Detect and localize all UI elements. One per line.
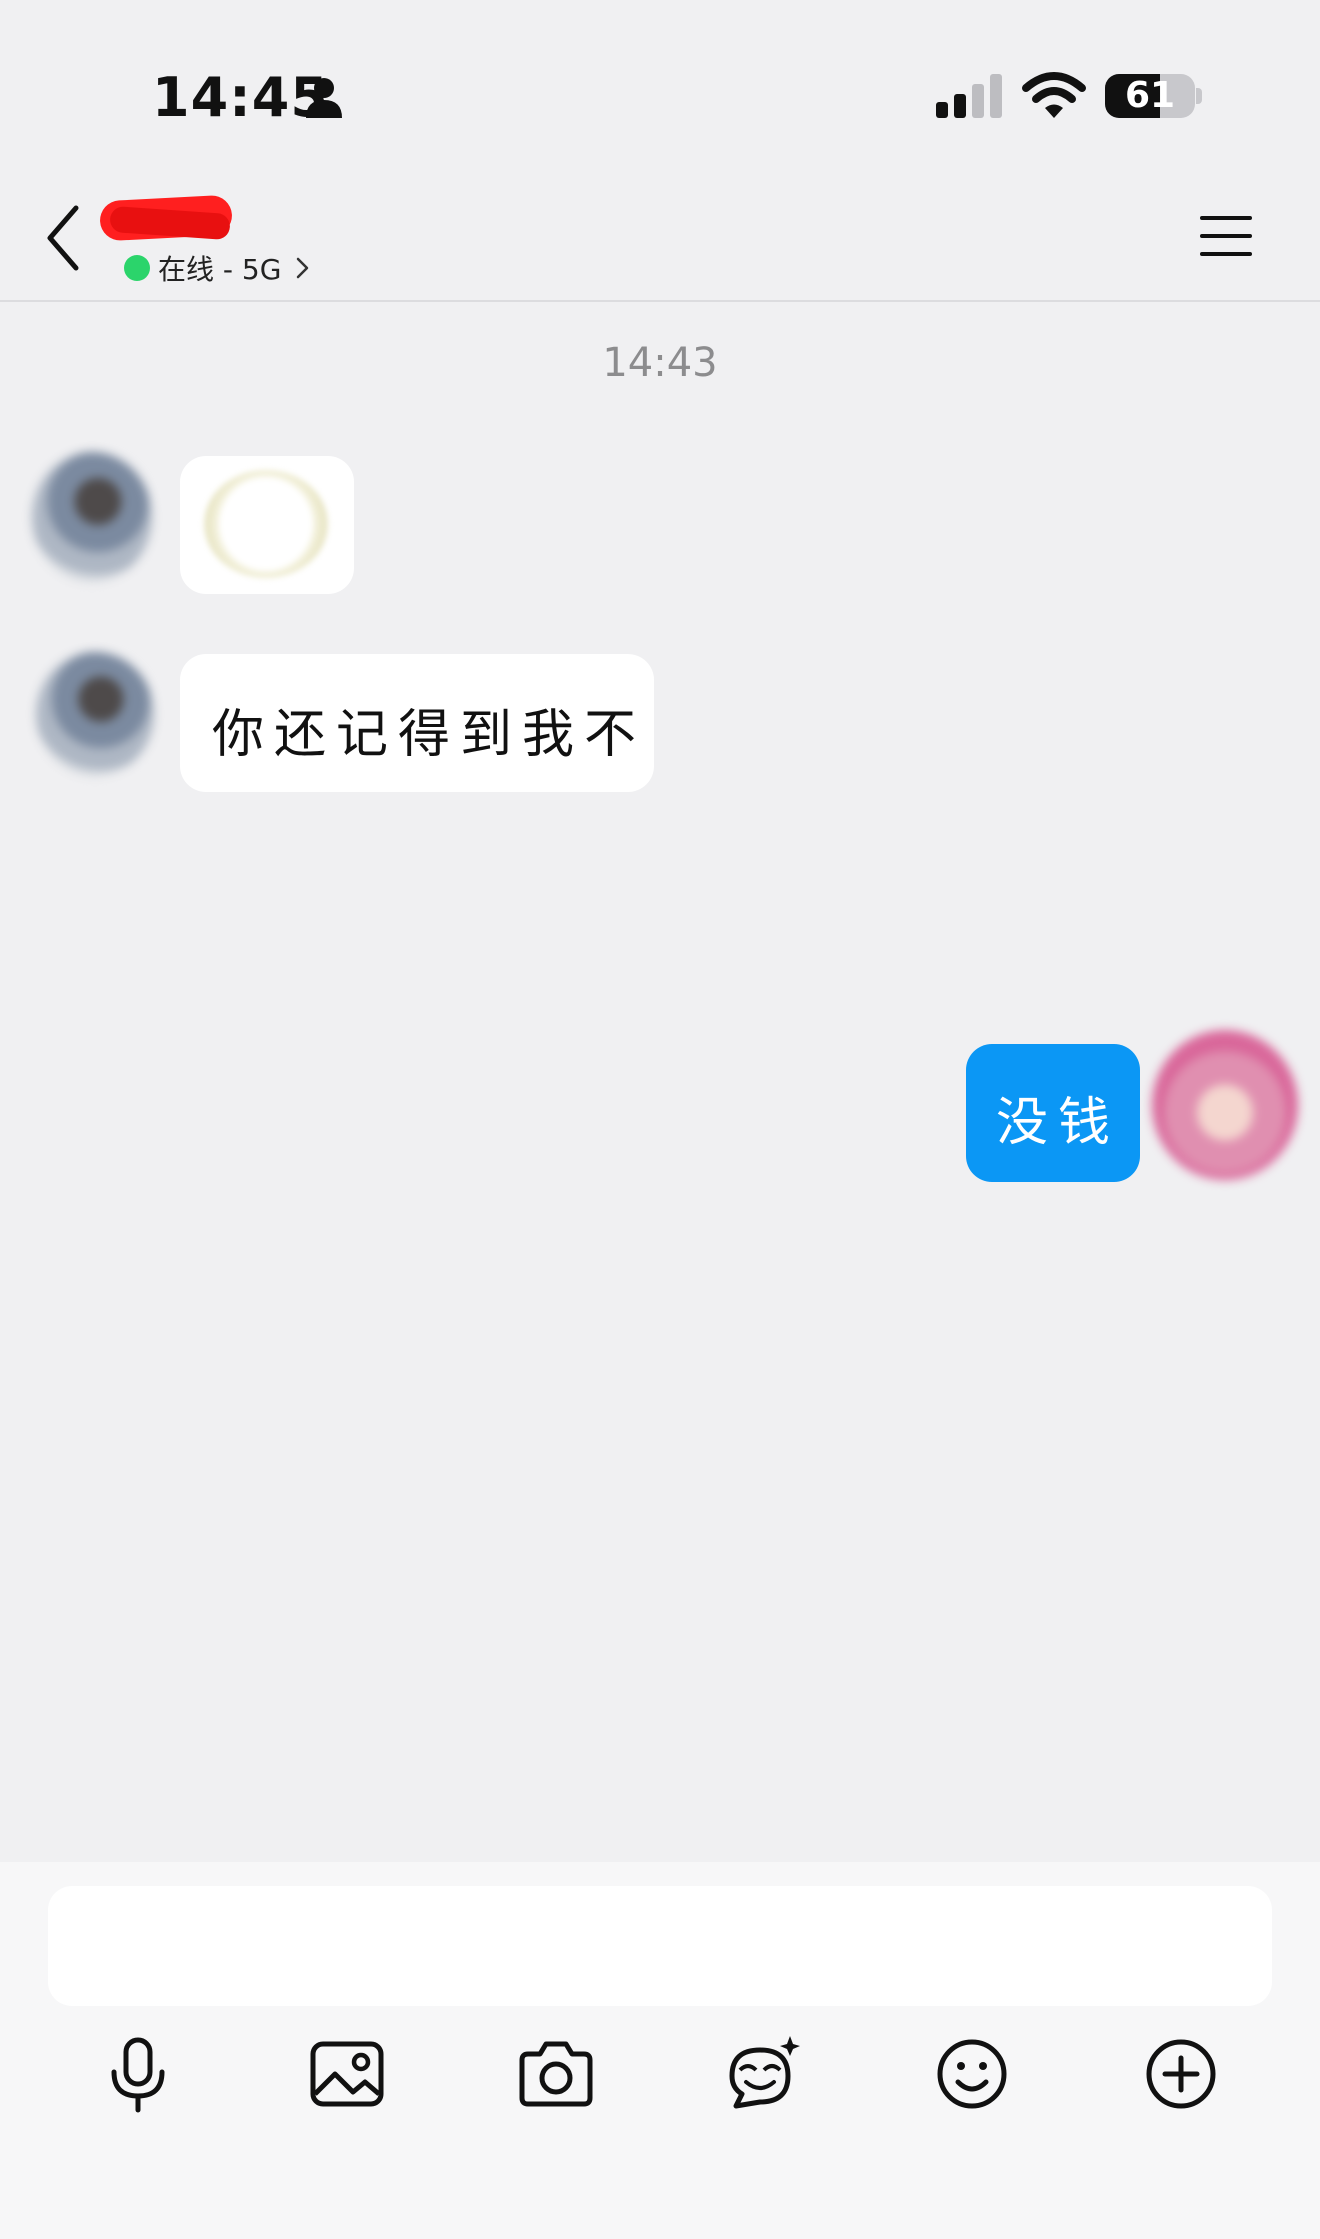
status-bar: 14:45 61 [0, 0, 1320, 190]
message-text: 没钱 [996, 1093, 1121, 1153]
message-bubble-outgoing[interactable]: 没钱 [966, 1044, 1140, 1182]
contact-avatar[interactable] [36, 652, 154, 776]
plus-circle-icon[interactable] [1139, 2032, 1223, 2116]
contact-name-redacted[interactable] [99, 190, 240, 242]
composer-bar [0, 1862, 1320, 2239]
sticker-message[interactable] [180, 456, 354, 594]
message-bubble-incoming[interactable]: 你还记得到我不 [180, 654, 654, 792]
presence-label: 在线 - 5G [158, 253, 282, 286]
message-timestamp: 14:43 [602, 340, 718, 386]
person-icon [306, 78, 342, 118]
online-dot-icon [124, 255, 150, 281]
sticker-face-icon[interactable] [720, 2032, 804, 2116]
camera-icon[interactable] [514, 2032, 598, 2116]
battery-level-label: 61 [1124, 75, 1176, 116]
cellular-signal-icon [936, 74, 1002, 118]
status-time: 14:45 [152, 66, 329, 129]
my-avatar[interactable] [1152, 1030, 1298, 1180]
chevron-left-icon[interactable] [40, 202, 86, 274]
battery-icon: 61 [1105, 74, 1195, 118]
message-input[interactable] [48, 1886, 1272, 2006]
image-icon[interactable] [305, 2032, 389, 2116]
sticker-image [204, 470, 328, 578]
contact-avatar[interactable] [32, 452, 152, 582]
chevron-right-icon [297, 257, 309, 279]
microphone-icon[interactable] [96, 2032, 180, 2116]
presence-status[interactable]: 在线 - 5G [124, 248, 311, 288]
chat-header: 在线 - 5G [0, 190, 1320, 302]
wifi-icon [1022, 72, 1086, 118]
battery-tip [1196, 88, 1202, 104]
emoji-icon[interactable] [930, 2032, 1014, 2116]
message-text: 你还记得到我不 [212, 705, 647, 765]
hamburger-menu-icon[interactable] [1198, 212, 1254, 260]
